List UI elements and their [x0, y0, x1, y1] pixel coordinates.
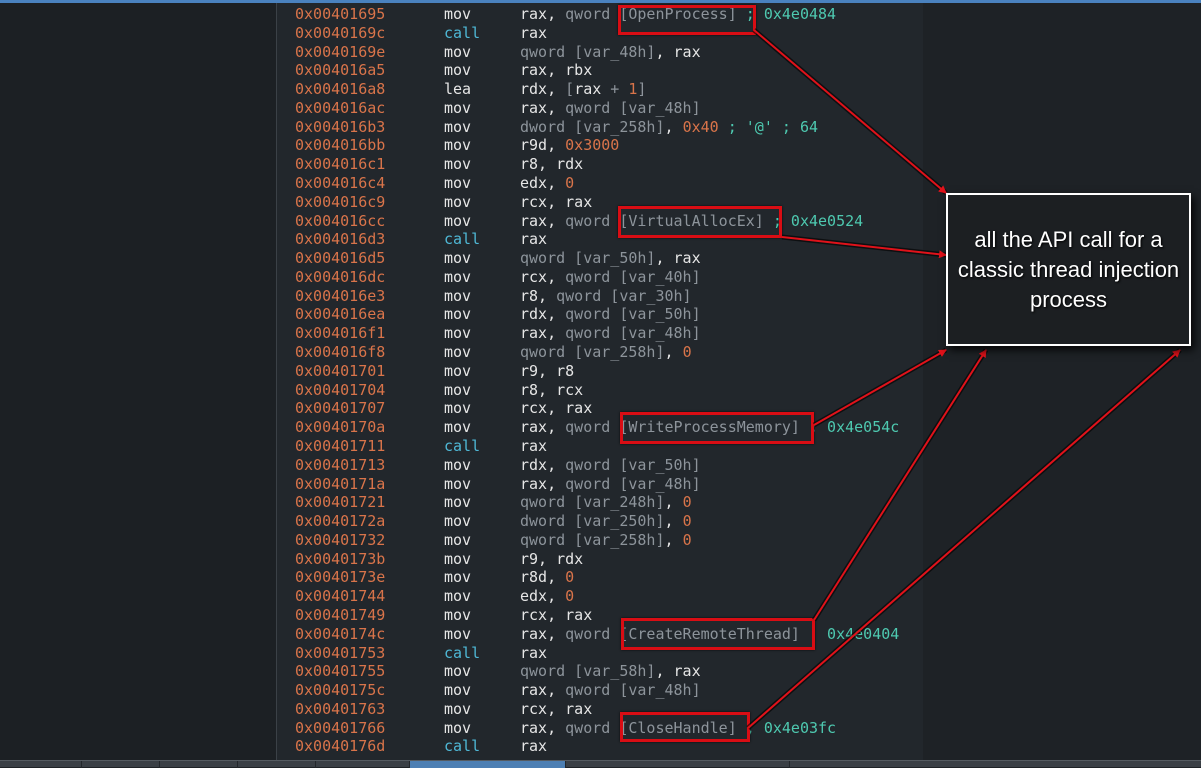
arrow-createremotethread — [813, 349, 987, 621]
arrow-writeprocessmemory — [813, 349, 947, 426]
annotation-callout: all the API call for a classic thread in… — [946, 193, 1191, 346]
annotation-text: all the API call for a classic thread in… — [957, 226, 1180, 312]
arrow-virtualallocex — [781, 236, 947, 259]
bottom-tab-bar — [0, 760, 1201, 768]
arrow-closehandle — [747, 349, 1181, 729]
annotation-arrows — [746, 28, 1182, 730]
arrow-openprocess — [753, 29, 947, 194]
